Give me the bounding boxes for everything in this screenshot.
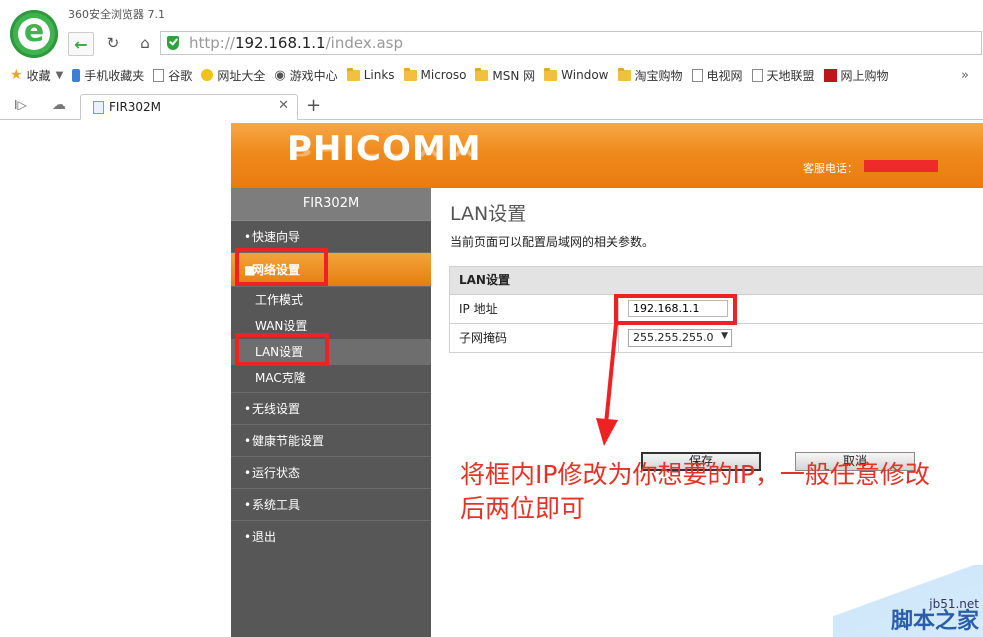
nav-logout[interactable]: •退出 xyxy=(231,521,431,553)
bookmark-msn[interactable]: MSN 网 xyxy=(475,67,535,84)
gamepad-icon: ◉ xyxy=(274,67,286,83)
bookmark-mobile[interactable]: 手机收藏夹 xyxy=(72,67,144,84)
bookmark-taobao[interactable]: 淘宝购物 xyxy=(617,67,683,84)
nav-running-status[interactable]: •运行状态 xyxy=(231,457,431,489)
bookmark-label: Window xyxy=(561,68,609,82)
bookmark-label: 网上购物 xyxy=(840,68,889,83)
page-description: 当前页面可以配置局域网的相关参数。 xyxy=(450,235,655,249)
nav-work-mode[interactable]: 工作模式 xyxy=(231,287,431,313)
url-host: 192.168.1.1 xyxy=(234,34,326,52)
bookmark-shopping[interactable]: 网上购物 xyxy=(823,67,889,84)
globe-icon xyxy=(201,69,214,81)
watermark-name: 脚本之家 xyxy=(890,609,979,634)
url-path: /index.asp xyxy=(325,34,403,52)
nav-mac-clone[interactable]: MAC克隆 xyxy=(231,365,431,393)
bookmark-label: 游戏中心 xyxy=(289,68,338,83)
bookmark-tv[interactable]: 电视网 xyxy=(691,67,743,84)
page-icon xyxy=(153,68,165,82)
hotline-label: 客服电话： xyxy=(803,162,858,175)
tab-label: FIR302M xyxy=(109,100,162,114)
bookmark-label: 手机收藏夹 xyxy=(84,68,145,83)
more-bookmarks-icon[interactable]: » xyxy=(961,68,969,83)
chevron-down-icon[interactable]: ▼ xyxy=(56,70,64,81)
shop-icon xyxy=(823,68,837,82)
bookmark-microsoft[interactable]: Microso xyxy=(403,67,467,82)
nav-wireless-settings[interactable]: •无线设置 xyxy=(231,393,431,425)
refresh-icon[interactable]: ↻ xyxy=(101,32,125,54)
nav-label: 健康节能设置 xyxy=(252,434,325,448)
brand-logo-reflection: PHICOMM xyxy=(287,146,482,159)
url-text[interactable]: http://192.168.1.1/index.asp xyxy=(189,34,403,52)
subnet-mask-label: 子网掩码 xyxy=(459,331,508,345)
back-arrow-icon[interactable]: ← xyxy=(68,32,94,56)
nav-system-tools[interactable]: •系统工具 xyxy=(231,489,431,521)
nav-label: 运行状态 xyxy=(252,466,301,480)
bookmark-label: 天地联盟 xyxy=(766,68,815,83)
nav-label: 系统工具 xyxy=(252,498,301,512)
star-icon: ★ xyxy=(10,67,23,83)
nav-label: 快速向导 xyxy=(252,230,301,244)
folder-icon xyxy=(617,67,631,81)
page-icon xyxy=(93,101,104,114)
close-icon[interactable]: ✕ xyxy=(278,98,289,113)
tab-bar: I▷ ☁ FIR302M ✕ + xyxy=(0,94,983,120)
bookmark-label: 电视网 xyxy=(706,68,743,83)
page-icon xyxy=(691,68,703,82)
bookmark-games[interactable]: ◉ 游戏中心 xyxy=(274,67,337,84)
hotline-redacted xyxy=(864,160,938,172)
phone-icon xyxy=(72,68,81,82)
watermark: jb51.net 脚本之家 xyxy=(833,565,983,637)
bookmark-favorites[interactable]: ★ 收藏 ▼ xyxy=(10,67,63,84)
bookmark-google[interactable]: 谷歌 xyxy=(153,67,192,84)
instruction-text: 将框内IP修改为你想要的IP，一般任意修改后两位即可 xyxy=(460,460,930,523)
nav-label: 退出 xyxy=(252,530,277,544)
browser-title: 360安全浏览器 7.1 xyxy=(68,8,165,21)
subnet-mask-value: 255.255.255.0 xyxy=(633,331,714,344)
folder-icon xyxy=(475,67,489,81)
page-title: LAN设置 xyxy=(450,203,527,225)
browser-logo: e xyxy=(10,10,58,58)
tab-fir302m[interactable]: FIR302M ✕ xyxy=(80,94,298,120)
home-icon[interactable]: ⌂ xyxy=(133,32,157,54)
bookmark-windows[interactable]: Window xyxy=(544,67,609,82)
chevron-down-icon[interactable]: ▼ xyxy=(721,331,728,341)
sidebar-toggle-icon[interactable]: I▷ xyxy=(14,98,27,112)
bookmark-label: 收藏 xyxy=(26,68,51,83)
address-bar[interactable]: http://192.168.1.1/index.asp xyxy=(160,31,982,55)
folder-icon xyxy=(346,67,360,81)
new-tab-icon[interactable]: + xyxy=(306,95,321,116)
page-icon xyxy=(751,68,763,82)
cloud-icon[interactable]: ☁ xyxy=(52,97,66,113)
bookmarks-bar: ★ 收藏 ▼ 手机收藏夹 谷歌 网址大全 ◉ 游戏中心 Links Microso M… xyxy=(0,64,983,86)
bookmark-label: 淘宝购物 xyxy=(634,68,683,83)
bookmark-label: Microso xyxy=(420,68,467,82)
annotation-arrow-icon xyxy=(596,323,618,446)
bookmark-label: 网址大全 xyxy=(217,68,266,83)
table-row-mask: 子网掩码 255.255.255.0 ▼ xyxy=(450,324,983,352)
ip-label: IP 地址 xyxy=(459,302,498,316)
folder-icon xyxy=(544,67,558,81)
table-header: LAN设置 xyxy=(450,267,983,295)
nav-label: 无线设置 xyxy=(252,402,301,416)
bookmark-label: Links xyxy=(363,68,395,82)
highlight-lan-settings xyxy=(235,333,329,366)
url-scheme: http:// xyxy=(189,34,235,52)
subnet-mask-select[interactable]: 255.255.255.0 ▼ xyxy=(628,329,732,347)
highlight-network-settings xyxy=(235,248,328,286)
bookmark-site-directory[interactable]: 网址大全 xyxy=(201,67,265,84)
router-header: PHICOMM PHICOMM 客服电话： xyxy=(231,123,983,188)
highlight-ip-input xyxy=(614,294,737,325)
folder-icon xyxy=(403,67,417,81)
shield-icon xyxy=(167,36,179,50)
bookmark-label: MSN 网 xyxy=(492,68,536,83)
bookmark-tiandi[interactable]: 天地联盟 xyxy=(751,67,815,84)
bookmark-label: 谷歌 xyxy=(168,68,193,83)
nav-health-settings[interactable]: •健康节能设置 xyxy=(231,425,431,457)
model-name: FIR302M xyxy=(231,188,431,221)
bookmark-links[interactable]: Links xyxy=(346,67,395,82)
